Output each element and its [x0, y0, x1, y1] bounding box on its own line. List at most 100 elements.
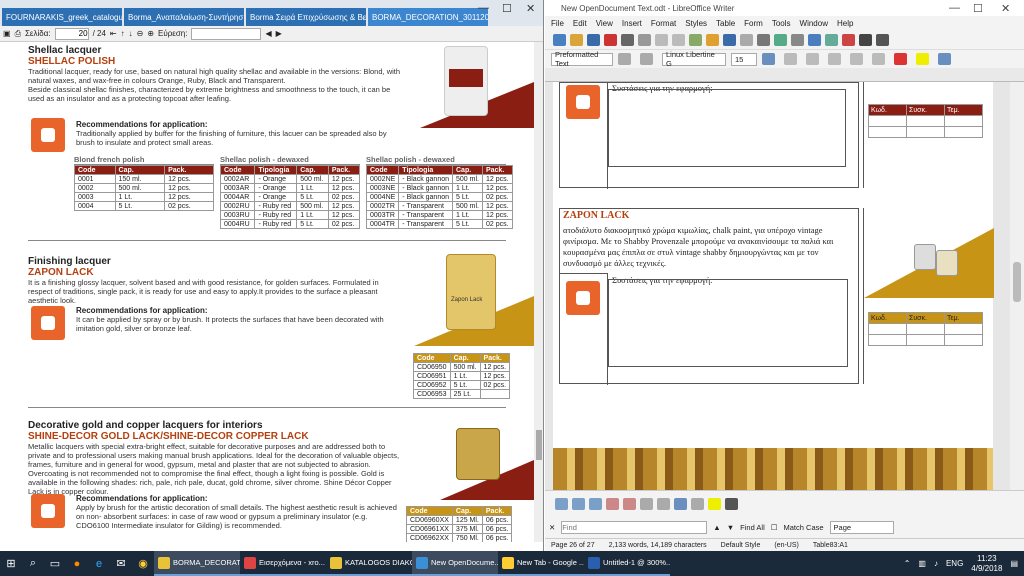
taskbar-app[interactable]: Untitled-1 @ 300%...: [584, 551, 670, 576]
special-character-icon[interactable]: [876, 34, 889, 46]
underline-icon[interactable]: [806, 53, 819, 65]
insert-textbox-icon[interactable]: [859, 34, 872, 46]
language-indicator[interactable]: ENG: [946, 559, 963, 568]
menu-help[interactable]: Help: [837, 19, 853, 28]
print-preview-icon[interactable]: [638, 34, 651, 46]
firefox-icon[interactable]: ●: [66, 551, 88, 576]
word-count[interactable]: 2,133 words, 14,189 characters: [609, 542, 707, 549]
taskbar-app[interactable]: New OpenDocume...: [412, 551, 498, 576]
delete-column-icon[interactable]: [623, 498, 636, 510]
clock[interactable]: 11:23 4/9/2018: [971, 554, 1002, 574]
section-text[interactable]: ατοδιάλυτο διακοσμητικό χρώμα κιμωλίας, …: [563, 225, 857, 269]
page-status[interactable]: Page 26 of 27: [551, 542, 595, 549]
maximize-icon[interactable]: ☐: [973, 2, 983, 15]
document-scrollbar[interactable]: [1010, 82, 1024, 490]
browser-tab[interactable]: Borma_Αναπαλαίωση-Συντήρησ...✕: [124, 8, 244, 26]
menu-insert[interactable]: Insert: [622, 19, 642, 28]
menu-window[interactable]: Window: [800, 19, 828, 28]
first-page-icon[interactable]: ⇤: [110, 29, 117, 38]
minimize-icon[interactable]: —: [478, 2, 489, 14]
match-case-checkbox[interactable]: ☐: [771, 523, 778, 532]
print-icon[interactable]: ⎙: [15, 29, 21, 39]
superscript-icon[interactable]: [850, 53, 863, 65]
document-page[interactable]: Συστάσεις για την εφαρμογή: Κωδ. Συσκ. Τεμ…: [553, 82, 994, 490]
find-all-button[interactable]: Find All: [740, 523, 765, 532]
menu-form[interactable]: Form: [744, 19, 763, 28]
menu-file[interactable]: File: [551, 19, 564, 28]
next-page-icon[interactable]: ↓: [129, 29, 133, 38]
delete-row-icon[interactable]: [606, 498, 619, 510]
menu-styles[interactable]: Styles: [685, 19, 707, 28]
mail-icon[interactable]: ✉: [110, 551, 132, 576]
find-input[interactable]: [561, 520, 708, 534]
print-icon[interactable]: [621, 34, 634, 46]
volume-icon[interactable]: ♪: [934, 559, 938, 568]
font-color-icon[interactable]: [894, 53, 907, 65]
subscript-icon[interactable]: [872, 53, 885, 65]
split-cells-icon[interactable]: [657, 498, 670, 510]
save-icon[interactable]: ▣: [3, 29, 11, 38]
clone-formatting-icon[interactable]: [706, 34, 719, 46]
highlight-icon[interactable]: [916, 53, 929, 65]
copy-icon[interactable]: [672, 34, 685, 46]
network-icon[interactable]: ▥: [918, 559, 926, 568]
table-cell-color-icon[interactable]: [708, 498, 721, 510]
edge-icon[interactable]: e: [88, 551, 110, 576]
page-number-input[interactable]: [54, 27, 89, 40]
minimize-icon[interactable]: —: [949, 2, 960, 14]
export-pdf-icon[interactable]: [604, 34, 617, 46]
search-next-icon[interactable]: ▶: [276, 29, 282, 38]
prev-page-icon[interactable]: ↑: [121, 29, 125, 38]
cut-icon[interactable]: [655, 34, 668, 46]
spelling-icon[interactable]: [774, 34, 787, 46]
close-window-icon[interactable]: ✕: [526, 2, 535, 15]
insert-image-icon[interactable]: [825, 34, 838, 46]
browser-tab[interactable]: FOURNARAKIS_greek_catalogue...✕: [2, 8, 122, 26]
font-size-select[interactable]: 15: [731, 52, 757, 66]
italic-icon[interactable]: [784, 53, 797, 65]
pdf-scrollbar[interactable]: [534, 42, 543, 542]
search-input[interactable]: [191, 27, 262, 40]
close-window-icon[interactable]: ✕: [1001, 2, 1010, 15]
borders-icon[interactable]: [725, 498, 738, 510]
zoom-out-icon[interactable]: ⊖: [137, 29, 144, 38]
taskbar-app[interactable]: New Tab - Google ...: [498, 551, 584, 576]
taskbar-app[interactable]: KATALOGOS DIAKO...: [326, 551, 412, 576]
undo-icon[interactable]: [723, 34, 736, 46]
strikethrough-icon[interactable]: [828, 53, 841, 65]
document-area[interactable]: Συστάσεις για την εφαρμογή: Κωδ. Συσκ. Τεμ…: [545, 82, 1010, 490]
taskbar-app[interactable]: BORMA_DECORATI...: [154, 551, 240, 576]
new-document-icon[interactable]: [553, 34, 566, 46]
formatting-marks-icon[interactable]: [791, 34, 804, 46]
chrome-icon[interactable]: ◉: [132, 551, 154, 576]
search-icon[interactable]: ⌕: [22, 551, 44, 576]
language-status[interactable]: (en-US): [774, 542, 799, 549]
merge-cells-icon[interactable]: [640, 498, 653, 510]
align-left-icon[interactable]: [938, 53, 951, 65]
save-icon[interactable]: [587, 34, 600, 46]
browser-tab-active[interactable]: BORMA_DECORATION_3011201...✕: [368, 8, 488, 26]
notifications-icon[interactable]: ▤: [1010, 559, 1018, 568]
insert-table-icon[interactable]: [808, 34, 821, 46]
start-icon[interactable]: ⊞: [0, 551, 22, 576]
scrollbar-thumb[interactable]: [536, 430, 542, 460]
ruler[interactable]: [545, 68, 1024, 82]
bold-icon[interactable]: [762, 53, 775, 65]
align-center-icon[interactable]: [691, 498, 704, 510]
taskbar-app[interactable]: Εισερχόμενα - xro...: [240, 551, 326, 576]
insert-row-below-icon[interactable]: [572, 498, 585, 510]
insert-column-icon[interactable]: [589, 498, 602, 510]
open-icon[interactable]: [570, 34, 583, 46]
menu-tools[interactable]: Tools: [772, 19, 791, 28]
find-previous-icon[interactable]: ▲: [713, 523, 720, 532]
find-target-select[interactable]: Page: [829, 520, 894, 534]
redo-icon[interactable]: [740, 34, 753, 46]
font-name-select[interactable]: Linux Libertine G: [662, 50, 726, 68]
scrollbar-thumb[interactable]: [1013, 262, 1021, 302]
maximize-icon[interactable]: ☐: [502, 2, 512, 15]
menu-table[interactable]: Table: [716, 19, 735, 28]
insert-row-above-icon[interactable]: [555, 498, 568, 510]
search-prev-icon[interactable]: ◀: [265, 29, 271, 38]
find-next-icon[interactable]: ▼: [727, 523, 734, 532]
page-style[interactable]: Default Style: [721, 542, 761, 549]
